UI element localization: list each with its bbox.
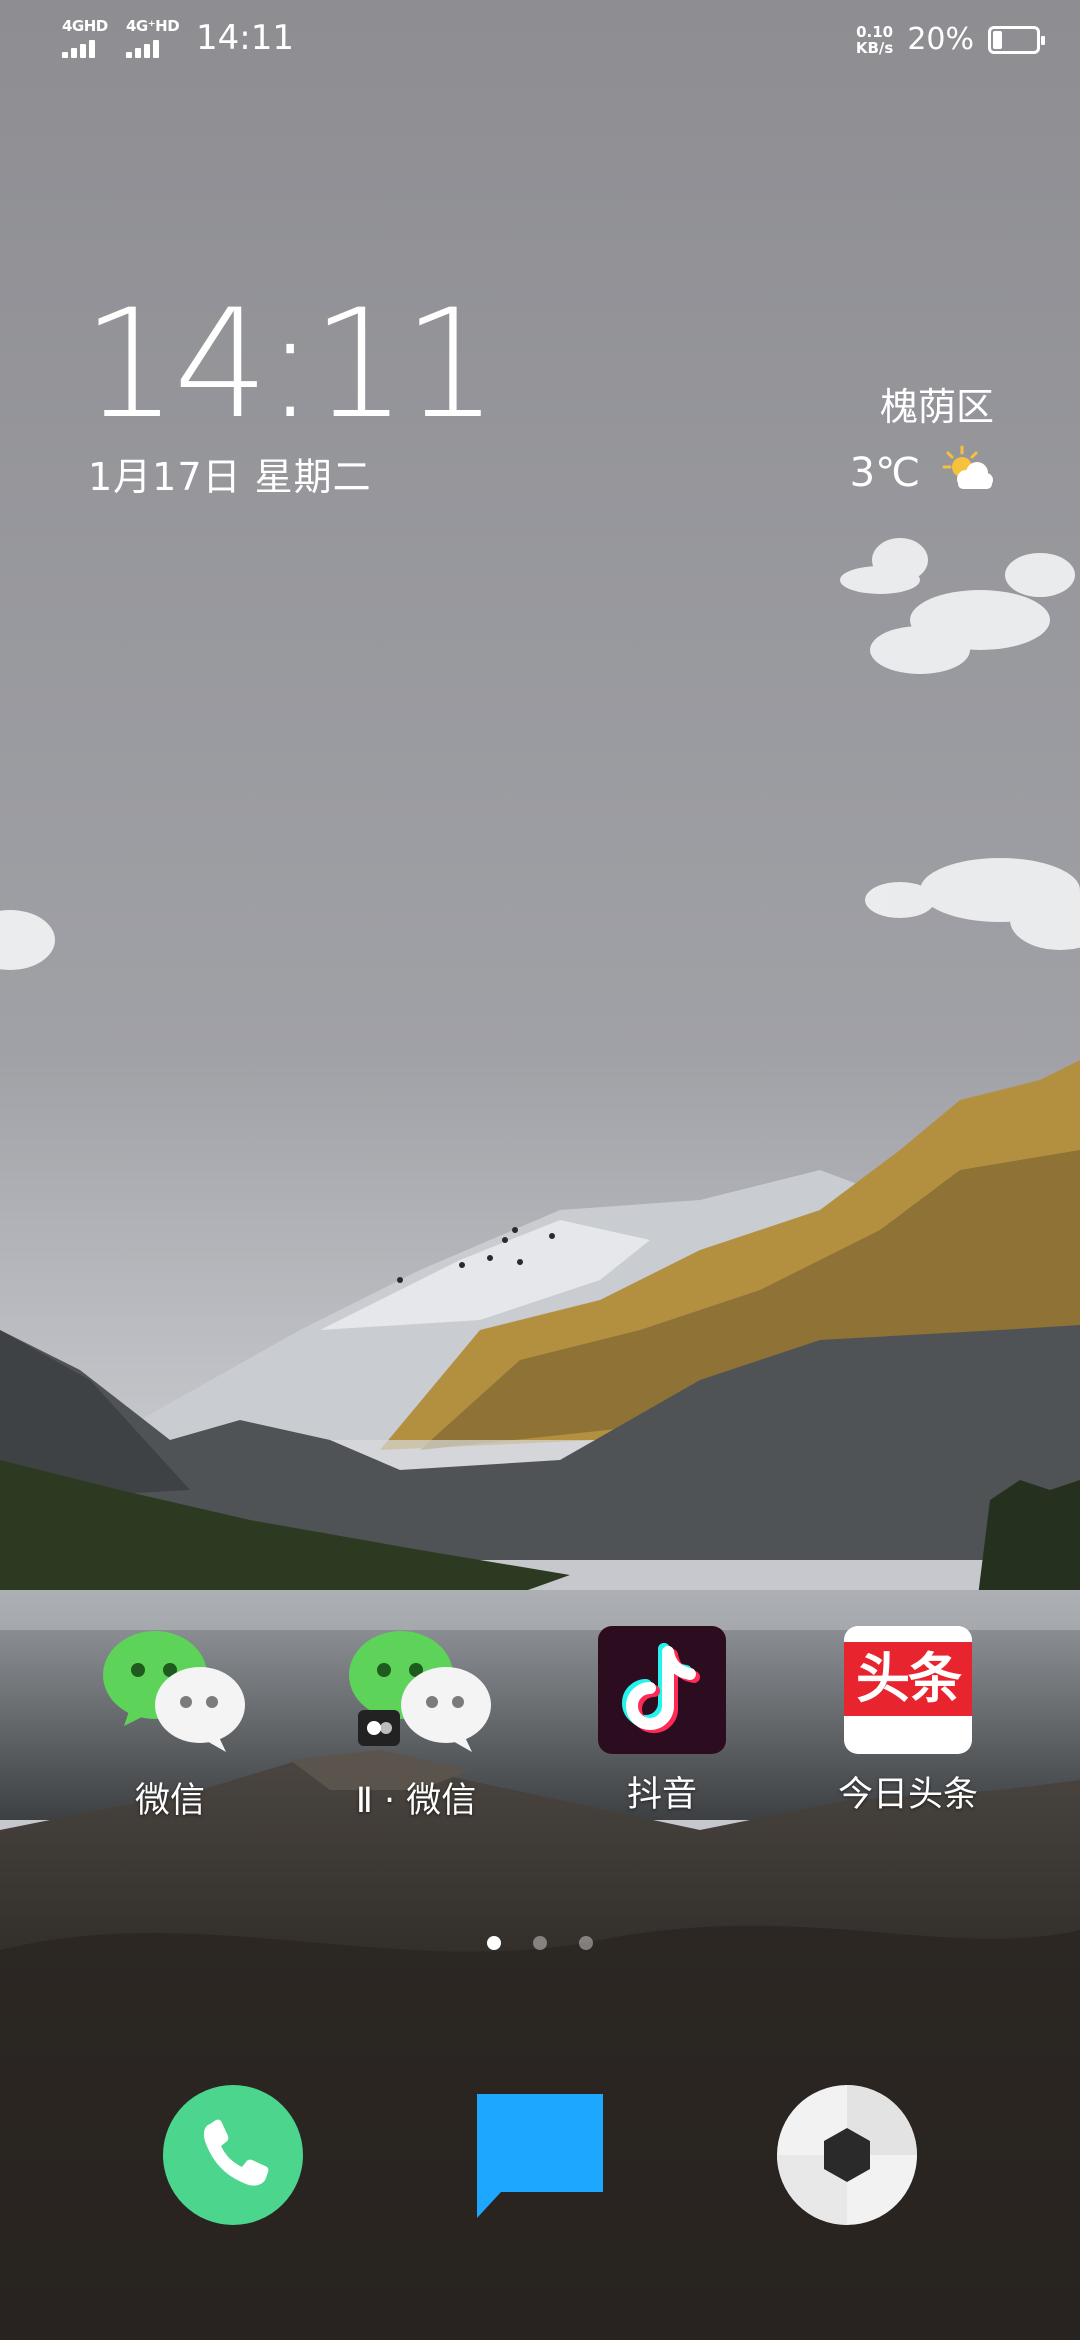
phone-icon [163, 2085, 303, 2225]
app-toutiao[interactable]: 头条 今日头条 [808, 1620, 1008, 1817]
app-label: 抖音 [626, 1775, 697, 1815]
app-grid: 微信 Ⅱ · 微信 抖音 头条 今日头条 [0, 1620, 1080, 1823]
app-wechat[interactable]: 微信 [70, 1620, 270, 1823]
network-speed-value: 0.10 [856, 22, 894, 41]
browser-icon [777, 2085, 917, 2225]
app-wechat-clone[interactable]: Ⅱ · 微信 [316, 1620, 516, 1823]
toutiao-icon: 头条 [844, 1626, 972, 1754]
douyin-icon [598, 1626, 726, 1754]
app-douyin[interactable]: 抖音 [562, 1620, 762, 1817]
page-dot[interactable] [487, 1936, 501, 1950]
weather-temperature: 3℃ [849, 450, 920, 496]
signal-icon [126, 40, 159, 58]
dock-browser[interactable] [772, 2080, 922, 2230]
dock-phone[interactable] [158, 2080, 308, 2230]
app-label: 今日头条 [837, 1775, 978, 1815]
sim1-signal: 4GHD [62, 18, 112, 58]
signal-icon [62, 40, 95, 58]
toutiao-icon-text: 头条 [856, 1647, 962, 1710]
wechat-icon [100, 1620, 245, 1760]
page-indicator[interactable] [0, 1936, 1080, 1950]
status-bar: 4GHD 4G⁺HD 14:11 0.10 KB/s 20% [0, 0, 1080, 80]
network-speed: 0.10 KB/s [856, 24, 893, 56]
app-label: Ⅱ · 微信 [355, 1781, 477, 1821]
weather-location: 槐荫区 [879, 385, 994, 429]
app-label: 微信 [134, 1781, 205, 1821]
clock-widget[interactable]: 14:11 1月17日 星期二 [82, 278, 498, 501]
clock-time: 14:11 [82, 278, 498, 452]
sim2-signal: 4G⁺HD [126, 17, 180, 58]
sim1-network-label: 4GHD [62, 17, 108, 35]
clock-date: 1月17日 星期二 [88, 455, 372, 499]
partly-cloudy-icon [940, 445, 994, 501]
weather-widget[interactable]: 槐荫区 3℃ [850, 376, 994, 501]
network-speed-unit: KB/s [855, 38, 894, 57]
page-dot[interactable] [533, 1936, 547, 1950]
dock-messages[interactable] [465, 2080, 615, 2230]
wechat-clone-icon [346, 1620, 491, 1760]
sim2-network-label: 4G⁺HD [126, 17, 180, 35]
messages-icon [477, 2094, 603, 2218]
page-dot[interactable] [579, 1936, 593, 1950]
status-time: 14:11 [196, 18, 294, 58]
battery-icon [988, 25, 1045, 54]
dock [0, 2080, 1080, 2230]
battery-percent: 20% [907, 22, 974, 57]
